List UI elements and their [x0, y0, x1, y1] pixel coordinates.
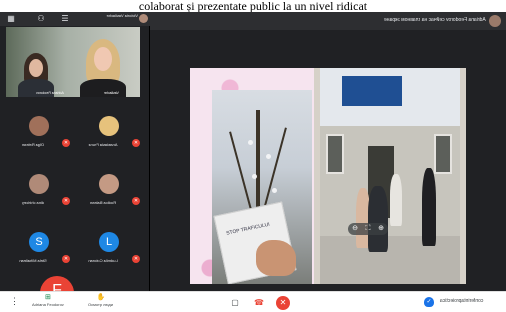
hang-up-button[interactable]: ☎: [252, 296, 266, 310]
mic-off-icon: ✕: [62, 197, 70, 205]
fit-icon[interactable]: ⛶: [363, 224, 373, 234]
panel-toolbar: ▦ ⚇ ☰ Victoria Vasilache: [0, 12, 150, 26]
zoom-in-icon[interactable]: ⊕: [376, 224, 386, 234]
people-label: Осмотр люди: [88, 302, 113, 307]
more-options-icon[interactable]: ⋮: [10, 296, 19, 307]
participant-avatar: [99, 116, 119, 136]
presenter-avatar[interactable]: F: [40, 276, 74, 291]
participant-tile[interactable]: Rodica Balean ✕: [76, 170, 142, 212]
participants-panel: ▦ ⚇ ☰ Victoria Vasilache Adriana Feodoro…: [0, 12, 150, 291]
tree-ornament: [252, 174, 257, 179]
grid-icon[interactable]: ▦: [6, 14, 16, 24]
call-controls-bar: ⋮ ⊞ Adriana Feodorov ✋ Осмотр люди ▢ ☎ ✕…: [0, 291, 506, 312]
person-figure: [422, 168, 436, 246]
tree-ornament: [272, 188, 277, 193]
microphone-toggle-button[interactable]: ✕: [276, 296, 290, 310]
participant-avatar: [29, 174, 49, 194]
people-button[interactable]: ✋ Осмотр люди: [88, 294, 113, 307]
present-button[interactable]: ⊞ Adriana Feodorov: [32, 294, 64, 307]
tree-ornament: [248, 140, 253, 145]
mic-off-icon: ✕: [132, 197, 140, 205]
mic-off-icon: ✕: [62, 255, 70, 263]
participant-1-face: [29, 59, 43, 77]
camera-toggle-button[interactable]: ▢: [228, 296, 242, 310]
participant-avatar: [29, 116, 49, 136]
participant-avatar: [99, 174, 119, 194]
building-steps: [320, 236, 460, 284]
present-label: Adriana Feodorov: [32, 302, 64, 307]
participant-name: Olga Relean: [21, 142, 45, 147]
presenting-notice: Adriana Feodorov сейчас на главном экран…: [150, 12, 506, 30]
zoom-out-icon[interactable]: ⊖: [350, 224, 360, 234]
shared-slide[interactable]: STOP TRAFICULUI ⊖ ⛶ ⊕: [190, 68, 466, 284]
building-window: [434, 134, 452, 174]
shield-icon[interactable]: ✓: [424, 297, 434, 307]
participant-name: dina chiricey: [21, 200, 45, 205]
participant-name: Rodica Balean: [89, 200, 117, 205]
main-video-tile[interactable]: Adriana Feodorov Vasilache: [6, 27, 140, 97]
slide-zoom-controls: ⊖ ⛶ ⊕: [348, 223, 388, 235]
present-icon: ⊞: [44, 294, 51, 301]
hand: [256, 240, 296, 276]
participant-tile[interactable]: Anastasia Frunz ✕: [76, 112, 142, 154]
people-icon[interactable]: ⚇: [36, 14, 46, 24]
participant-avatar: L: [99, 232, 119, 252]
participant-tile[interactable]: dina chiricey ✕: [6, 170, 72, 212]
meet-app: ▦ ⚇ ☰ Victoria Vasilache Adriana Feodoro…: [0, 12, 506, 291]
presenter-avatar-small: [489, 15, 501, 27]
participant-tile[interactable]: L Ludmila Cotoran ✕: [76, 228, 142, 270]
participant-name: Stela Mihailean: [19, 258, 47, 263]
tree-ornament: [266, 154, 271, 159]
chat-icon[interactable]: ☰: [60, 14, 70, 24]
leaflet-text: STOP TRAFICULUI: [225, 221, 271, 237]
meeting-code: conferintaproiectica: [440, 298, 484, 304]
building-window: [326, 134, 344, 174]
video-right-label: Vasilache: [104, 91, 119, 95]
hand-icon: ✋: [96, 294, 106, 301]
header-user-name: Victoria Vasilache: [106, 13, 138, 18]
mic-off-icon: ✕: [132, 255, 140, 263]
presentation-area: Adriana Feodorov сейчас на главном экран…: [150, 12, 506, 291]
header-avatar: [139, 14, 148, 23]
mic-off-icon: ✕: [132, 139, 140, 147]
participant-tile[interactable]: S Stela Mihailean ✕: [6, 228, 72, 270]
building-sign: [342, 76, 402, 106]
participant-avatar: S: [29, 232, 49, 252]
mic-off-icon: ✕: [62, 139, 70, 147]
document-caption: colaborat și prezentate public la un niv…: [0, 0, 506, 12]
participant-tile[interactable]: Olga Relean ✕: [6, 112, 72, 154]
participant-2-face: [94, 47, 112, 71]
presenting-notice-text: Adriana Feodorov сейчас на главном экран…: [384, 17, 486, 23]
participant-name: Anastasia Frunz: [88, 142, 118, 147]
person-figure: [390, 174, 402, 226]
video-left-label: Adriana Feodorov: [36, 91, 64, 95]
person-figure: [368, 186, 388, 252]
participant-name: Ludmila Cotoran: [88, 258, 118, 263]
